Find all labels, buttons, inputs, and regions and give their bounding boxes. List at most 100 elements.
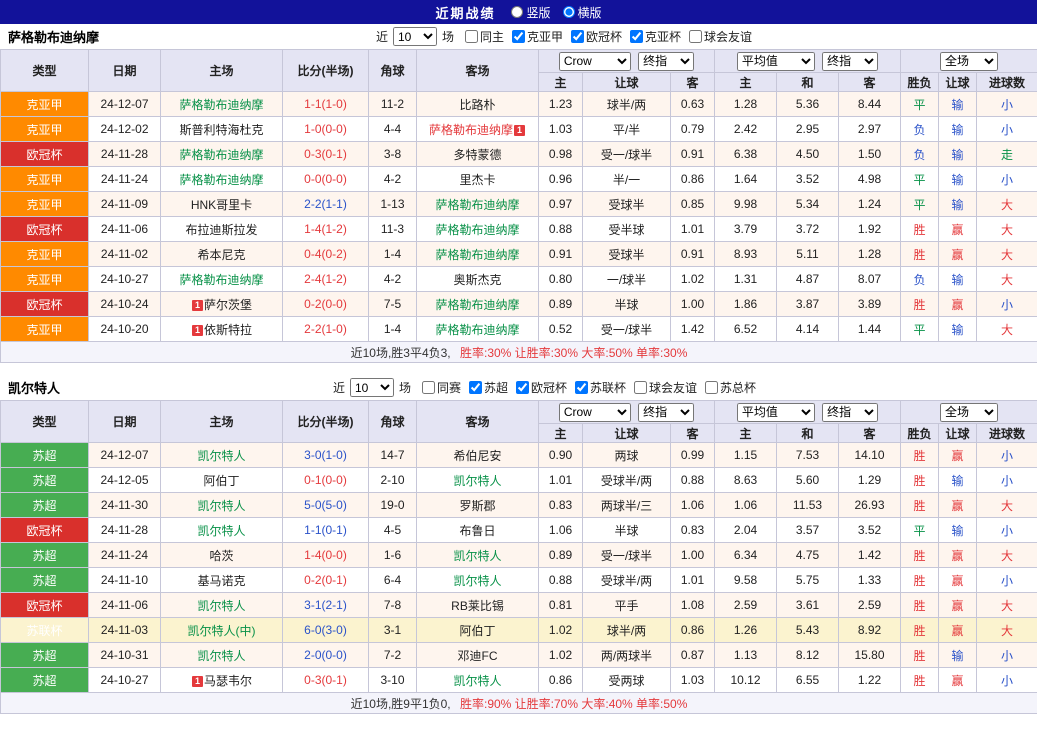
away-team-name: 多特蒙德 [453, 148, 501, 162]
league-filter-checkbox[interactable] [512, 30, 525, 43]
away-team-cell: RB莱比锡 [417, 593, 539, 618]
recent-count-select[interactable]: 10 [393, 27, 437, 46]
league-filter[interactable]: 苏总杯 [697, 379, 756, 396]
result-goals: 大 [977, 543, 1037, 568]
recent-count-select[interactable]: 10 [350, 378, 394, 397]
league-filter-checkbox[interactable] [630, 30, 643, 43]
avg-index-select[interactable]: 终指 [822, 403, 878, 422]
league-filter-checkbox[interactable] [575, 381, 588, 394]
league-badge: 苏联杯 [1, 618, 89, 643]
avg-home-odds: 9.98 [715, 192, 777, 217]
away-team-name: 罗斯郡 [459, 499, 495, 513]
result-wdl: 胜 [901, 568, 939, 593]
league-filter[interactable]: 克亚甲 [504, 28, 563, 45]
league-filter-label: 欧冠杯 [531, 379, 567, 396]
league-filter[interactable]: 球会友谊 [681, 28, 752, 45]
result-handicap: 输 [939, 643, 977, 668]
corners: 4-2 [369, 267, 417, 292]
avg-odds-select[interactable]: 平均值 [737, 52, 815, 71]
league-filter[interactable]: 苏联杯 [567, 379, 626, 396]
bookmaker-select[interactable]: Crow [559, 403, 631, 422]
score: 2-2(1-1) [283, 192, 369, 217]
avg-away-odds: 1.92 [839, 217, 901, 242]
layout-radio[interactable]: 横版 [563, 4, 602, 21]
result-handicap: 赢 [939, 543, 977, 568]
league-filter-checkbox[interactable] [705, 381, 718, 394]
col-away: 客场 [417, 50, 539, 92]
layout-radio-input[interactable] [511, 6, 523, 18]
league-filter[interactable]: 苏超 [461, 379, 508, 396]
league-filter-checkbox[interactable] [634, 381, 647, 394]
handicap-index-select[interactable]: 终指 [638, 403, 694, 422]
match-row: 苏超 24-11-30 凯尔特人 5-0(5-0) 19-0 罗斯郡 0.83 … [1, 493, 1037, 518]
result-wdl: 平 [901, 192, 939, 217]
result-handicap: 赢 [939, 217, 977, 242]
handicap-index-select[interactable]: 终指 [638, 52, 694, 71]
away-team-name: 比路朴 [459, 98, 495, 112]
avg-away-odds: 1.29 [839, 468, 901, 493]
league-filter-checkbox[interactable] [465, 30, 478, 43]
league-filter[interactable]: 同赛 [414, 379, 461, 396]
league-filter[interactable]: 欧冠杯 [508, 379, 567, 396]
scope-select[interactable]: 全场 [940, 52, 998, 71]
league-filter-label: 苏联杯 [590, 379, 626, 396]
home-team-cell: 萨格勒布迪纳摩 [161, 142, 283, 167]
result-wdl: 胜 [901, 217, 939, 242]
avg-home-odds: 1.13 [715, 643, 777, 668]
result-handicap: 赢 [939, 668, 977, 693]
redcard-badge: 1 [192, 325, 203, 336]
away-team-cell: 比路朴 [417, 92, 539, 117]
redcard-badge: 1 [514, 125, 525, 136]
col-handicap-home: 主 [539, 73, 583, 92]
result-goals: 大 [977, 593, 1037, 618]
away-team-name: 希伯尼安 [453, 449, 501, 463]
away-team-cell: 奥斯杰克 [417, 267, 539, 292]
col-odds-draw: 和 [777, 73, 839, 92]
league-filter[interactable]: 球会友谊 [626, 379, 697, 396]
away-team-cell: 萨格勒布迪纳摩 [417, 242, 539, 267]
league-filter-label: 同赛 [437, 379, 461, 396]
scope-select[interactable]: 全场 [940, 403, 998, 422]
avg-draw-odds: 5.43 [777, 618, 839, 643]
layout-radio[interactable]: 竖版 [511, 4, 550, 21]
score: 2-4(1-2) [283, 267, 369, 292]
league-filter-checkbox[interactable] [422, 381, 435, 394]
avg-odds-group-header: 平均值 终指 [715, 401, 901, 424]
col-handicap-away: 客 [671, 424, 715, 443]
league-filter[interactable]: 欧冠杯 [563, 28, 622, 45]
match-row: 苏超 24-12-07 凯尔特人 3-0(1-0) 14-7 希伯尼安 0.90… [1, 443, 1037, 468]
league-filter[interactable]: 克亚杯 [622, 28, 681, 45]
corners: 1-13 [369, 192, 417, 217]
league-filter[interactable]: 同主 [457, 28, 504, 45]
avg-odds-select[interactable]: 平均值 [737, 403, 815, 422]
match-date: 24-11-03 [89, 618, 161, 643]
handicap-home-odds: 0.89 [539, 543, 583, 568]
score: 0-2(0-1) [283, 568, 369, 593]
filter-bar: 近 10 场 同赛 苏超 欧冠杯 [60, 378, 1029, 397]
layout-radio-input[interactable] [563, 6, 575, 18]
match-row: 欧冠杯 24-11-06 布拉迪斯拉发 1-4(1-2) 11-3 萨格勒布迪纳… [1, 217, 1037, 242]
score: 1-4(0-0) [283, 543, 369, 568]
corners: 2-10 [369, 468, 417, 493]
col-result: 胜负 [901, 424, 939, 443]
bookmaker-select[interactable]: Crow [559, 52, 631, 71]
handicap-away-odds: 0.79 [671, 117, 715, 142]
col-result-line: 让球 [939, 424, 977, 443]
avg-away-odds: 3.89 [839, 292, 901, 317]
league-filter-checkbox[interactable] [469, 381, 482, 394]
league-filter-checkbox[interactable] [516, 381, 529, 394]
league-filter-checkbox[interactable] [689, 30, 702, 43]
league-badge: 苏超 [1, 668, 89, 693]
col-handicap-line: 让球 [583, 424, 671, 443]
avg-draw-odds: 4.75 [777, 543, 839, 568]
league-filter-checkbox[interactable] [571, 30, 584, 43]
handicap-line: 球半/两 [583, 618, 671, 643]
result-goals: 大 [977, 493, 1037, 518]
col-corner: 角球 [369, 50, 417, 92]
avg-away-odds: 1.22 [839, 668, 901, 693]
score: 1-0(0-0) [283, 117, 369, 142]
handicap-line: 平手 [583, 593, 671, 618]
away-team-cell: 布鲁日 [417, 518, 539, 543]
avg-index-select[interactable]: 终指 [822, 52, 878, 71]
handicap-line: 平/半 [583, 117, 671, 142]
